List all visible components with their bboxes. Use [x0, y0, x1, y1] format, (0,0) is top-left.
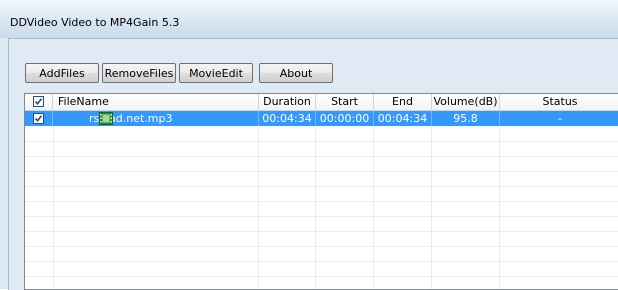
row-checkbox[interactable] — [33, 113, 44, 124]
column-header-status[interactable]: Status — [500, 94, 618, 110]
add-files-button[interactable]: AddFiles — [25, 63, 99, 83]
movie-edit-button[interactable]: MovieEdit — [179, 63, 253, 83]
grid-divider — [53, 111, 54, 289]
title-bar[interactable]: DDVideo Video to MP4Gain 5.3 — [0, 0, 618, 38]
end-cell: 00:04:34 — [374, 111, 432, 126]
column-header-end[interactable]: End — [374, 94, 432, 110]
app-window: DDVideo Video to MP4Gain 5.3 AddFiles Re… — [0, 0, 618, 290]
grid-line — [25, 141, 618, 142]
row-check-cell[interactable] — [25, 111, 53, 126]
grid-divider — [431, 111, 432, 289]
column-header-volume[interactable]: Volume(dB) — [432, 94, 500, 110]
table-row[interactable]: rsload.net.mp3 00:04:34 00:00:00 00:04:3… — [25, 111, 618, 126]
grid-line — [25, 186, 618, 187]
select-all-checkbox[interactable] — [33, 96, 44, 107]
grid-line — [25, 156, 618, 157]
grid-divider — [258, 111, 259, 289]
column-header-start[interactable]: Start — [316, 94, 374, 110]
film-icon — [99, 112, 113, 125]
grid-line — [25, 201, 618, 202]
column-header-duration[interactable]: Duration — [259, 94, 316, 110]
about-button[interactable]: About — [259, 63, 333, 83]
window-title: DDVideo Video to MP4Gain 5.3 — [10, 16, 180, 29]
grid-divider — [315, 111, 316, 289]
grid-line — [25, 246, 618, 247]
list-header: FileName Duration Start End Volume(dB) S… — [25, 94, 618, 111]
filename-cell: rsload.net.mp3 — [53, 111, 259, 126]
main-panel: AddFiles RemoveFiles MovieEdit About Fil… — [8, 38, 618, 290]
start-cell: 00:00:00 — [316, 111, 374, 126]
grid-line — [25, 171, 618, 172]
volume-cell: 95.8 — [432, 111, 500, 126]
status-cell: - — [558, 112, 562, 125]
grid-line — [25, 276, 618, 277]
duration-cell: 00:04:34 — [259, 111, 316, 126]
grid-divider — [499, 111, 500, 289]
grid-divider — [373, 111, 374, 289]
grid-line — [25, 231, 618, 232]
grid-line — [25, 216, 618, 217]
grid-line — [25, 261, 618, 262]
file-list[interactable]: FileName Duration Start End Volume(dB) S… — [24, 93, 618, 290]
header-check-column[interactable] — [25, 94, 53, 110]
remove-files-button[interactable]: RemoveFiles — [102, 63, 176, 83]
column-header-filename[interactable]: FileName — [53, 94, 259, 110]
